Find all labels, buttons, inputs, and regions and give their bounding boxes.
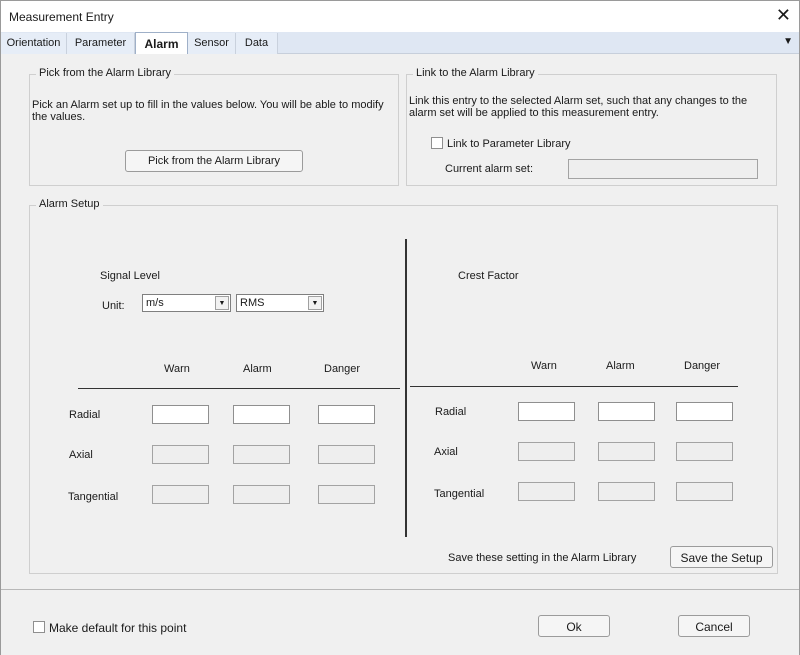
signal-col-warn: Warn xyxy=(164,363,190,375)
link-alarm-caption: Link to the Alarm Library xyxy=(413,67,538,79)
tab-data[interactable]: Data xyxy=(236,33,278,54)
crest-row-label: Tangential xyxy=(434,488,485,500)
link-to-parameter-library-label: Link to Parameter Library xyxy=(447,138,571,150)
signal-axial-danger-input xyxy=(318,445,375,464)
signal-tangential-alarm-input xyxy=(233,485,290,504)
signal-radial-danger-input[interactable] xyxy=(318,405,375,424)
crest-col-alarm: Alarm xyxy=(606,360,635,372)
signal-axial-warn-input xyxy=(152,445,209,464)
signal-header-rule xyxy=(78,388,400,389)
crest-tangential-alarm-input xyxy=(598,482,655,501)
pick-alarm-description: Pick an Alarm set up to fill in the valu… xyxy=(32,99,384,123)
alarm-tab-panel: Pick from the Alarm Library Pick an Alar… xyxy=(1,54,799,589)
crest-radial-alarm-input[interactable] xyxy=(598,402,655,421)
chevron-down-icon[interactable]: ▼ xyxy=(215,296,229,310)
crest-row-label: Axial xyxy=(434,446,458,458)
footer-bar: Make default for this point Ok Cancel xyxy=(1,589,799,655)
crest-header-rule xyxy=(410,386,738,387)
signal-col-alarm: Alarm xyxy=(243,363,272,375)
unit-value: m/s xyxy=(146,297,164,309)
signal-tangential-warn-input xyxy=(152,485,209,504)
make-default-label: Make default for this point xyxy=(49,621,187,635)
link-alarm-group: Link to the Alarm Library Link this entr… xyxy=(406,67,777,186)
window-title: Measurement Entry xyxy=(9,10,114,24)
tab-orientation[interactable]: Orientation xyxy=(1,33,67,54)
tab-parameter[interactable]: Parameter xyxy=(67,33,135,54)
pick-alarm-caption: Pick from the Alarm Library xyxy=(36,67,175,79)
signal-axial-alarm-input xyxy=(233,445,290,464)
tab-sensor[interactable]: Sensor xyxy=(188,33,236,54)
link-alarm-description: Link this entry to the selected Alarm se… xyxy=(409,95,748,119)
alarm-setup-group: Alarm Setup Signal Level Unit: m/s ▼ RMS… xyxy=(29,198,778,574)
title-bar: Measurement Entry ✕ xyxy=(1,1,799,32)
crest-axial-danger-input xyxy=(676,442,733,461)
measurement-type-value: RMS xyxy=(240,297,265,309)
tab-alarm[interactable]: Alarm xyxy=(135,32,188,54)
tab-strip: Orientation Parameter Alarm Sensor Data … xyxy=(1,32,799,54)
make-default-checkbox[interactable] xyxy=(33,621,45,633)
crest-radial-warn-input[interactable] xyxy=(518,402,575,421)
chevron-down-icon[interactable]: ▼ xyxy=(308,296,322,310)
save-setup-text: Save these setting in the Alarm Library xyxy=(448,552,637,564)
tab-dropdown-icon[interactable]: ▼ xyxy=(783,36,793,47)
crest-axial-alarm-input xyxy=(598,442,655,461)
signal-col-danger: Danger xyxy=(324,363,361,375)
setup-divider xyxy=(405,239,407,537)
unit-select[interactable]: m/s ▼ xyxy=(142,294,231,312)
signal-row-label: Axial xyxy=(69,449,93,461)
pick-from-alarm-library-button[interactable]: Pick from the Alarm Library xyxy=(125,150,303,172)
crest-col-danger: Danger xyxy=(684,360,721,372)
measurement-type-select[interactable]: RMS ▼ xyxy=(236,294,324,312)
signal-radial-warn-input[interactable] xyxy=(152,405,209,424)
save-setup-button[interactable]: Save the Setup xyxy=(670,546,773,568)
unit-label: Unit: xyxy=(102,300,125,312)
pick-alarm-group: Pick from the Alarm Library Pick an Alar… xyxy=(29,67,399,186)
crest-col-warn: Warn xyxy=(531,360,557,372)
close-icon[interactable]: ✕ xyxy=(776,6,791,24)
signal-row-label: Tangential xyxy=(68,491,119,503)
crest-row-label: Radial xyxy=(435,406,467,418)
crest-axial-warn-input xyxy=(518,442,575,461)
ok-button[interactable]: Ok xyxy=(538,615,610,637)
current-alarm-set-field xyxy=(568,159,758,179)
signal-row-label: Radial xyxy=(69,409,101,421)
current-alarm-set-label: Current alarm set: xyxy=(445,163,534,175)
measurement-entry-window: Measurement Entry ✕ Orientation Paramete… xyxy=(0,0,800,655)
crest-factor-title: Crest Factor xyxy=(458,270,519,282)
alarm-setup-caption: Alarm Setup xyxy=(36,198,103,210)
crest-tangential-danger-input xyxy=(676,482,733,501)
link-to-parameter-library-checkbox[interactable] xyxy=(431,137,443,149)
signal-level-title: Signal Level xyxy=(100,270,160,282)
crest-radial-danger-input[interactable] xyxy=(676,402,733,421)
cancel-button[interactable]: Cancel xyxy=(678,615,750,637)
crest-tangential-warn-input xyxy=(518,482,575,501)
signal-radial-alarm-input[interactable] xyxy=(233,405,290,424)
signal-tangential-danger-input xyxy=(318,485,375,504)
